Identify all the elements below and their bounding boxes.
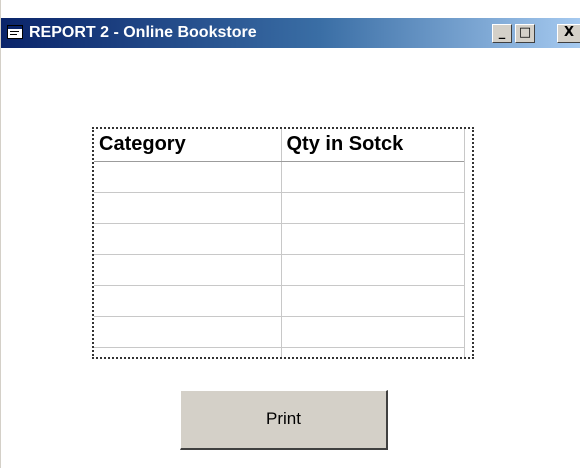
- table-cell[interactable]: [94, 254, 282, 286]
- table-cell[interactable]: [94, 192, 282, 224]
- table-cell[interactable]: [281, 161, 467, 193]
- table-cell[interactable]: [281, 223, 467, 255]
- close-button[interactable]: X: [557, 24, 580, 43]
- table-row: [94, 192, 467, 224]
- report-table: Category Qty in Sotck: [94, 129, 467, 357]
- table-cell[interactable]: [94, 161, 282, 193]
- table-row: [94, 223, 467, 255]
- column-header-qty[interactable]: Qty in Sotck: [281, 129, 467, 162]
- table-cell[interactable]: [281, 347, 467, 357]
- table-cell[interactable]: [281, 254, 467, 286]
- table-row: [94, 316, 467, 348]
- maximize-icon: □: [518, 25, 532, 40]
- report-window: REPORT 2 - Online Bookstore _ □ X Catego…: [0, 0, 580, 468]
- maximize-button[interactable]: □: [515, 24, 535, 43]
- minimize-icon: _: [498, 25, 506, 40]
- title-bar[interactable]: REPORT 2 - Online Bookstore _ □ X: [1, 18, 580, 48]
- minimize-button[interactable]: _: [492, 24, 512, 43]
- header-row: Category Qty in Sotck: [94, 129, 467, 162]
- app-window-icon: [7, 25, 23, 39]
- table-cell[interactable]: [94, 347, 282, 357]
- window-title: REPORT 2 - Online Bookstore: [29, 24, 257, 41]
- table-cell[interactable]: [94, 223, 282, 255]
- grid-empty-area: [464, 129, 472, 357]
- table-cell[interactable]: [281, 192, 467, 224]
- table-cell[interactable]: [94, 316, 282, 348]
- table-row: [94, 161, 467, 193]
- table-row: [94, 347, 467, 357]
- table-cell[interactable]: [281, 285, 467, 317]
- report-grid[interactable]: Category Qty in Sotck: [92, 127, 474, 359]
- table-row: [94, 285, 467, 317]
- table-row: [94, 254, 467, 286]
- table-cell[interactable]: [94, 285, 282, 317]
- table-cell[interactable]: [281, 316, 467, 348]
- column-header-category[interactable]: Category: [94, 129, 282, 162]
- close-icon: X: [563, 25, 575, 40]
- print-button[interactable]: Print: [180, 390, 388, 450]
